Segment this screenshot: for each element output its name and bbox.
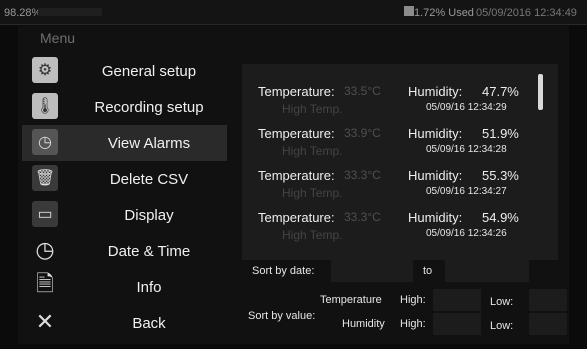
close-icon: ✕ — [35, 309, 55, 334]
status-bar: 98.28% Free 1.72% Used 05/09/2016 12:34:… — [0, 0, 587, 25]
monitor-icon: ▭ — [32, 201, 58, 227]
humidity-value: 47.7% — [482, 84, 519, 99]
alarm-type: High Temp. — [282, 228, 343, 242]
status-clock: 05/09/2016 12:34:49 — [476, 7, 577, 19]
alarm-timestamp: 05/09/16 12:34:28 — [426, 144, 507, 155]
humidity-high-field[interactable] — [433, 313, 481, 335]
alarm-type: High Temp. — [282, 186, 343, 200]
menu-item-label: Display — [124, 207, 174, 224]
storage-used-bar — [404, 6, 414, 16]
sort-by-date-label: Sort by date: — [252, 265, 315, 277]
temperature-label: Temperature: — [258, 126, 335, 141]
menu-item-date-time[interactable]: ◷ Date & Time — [22, 233, 227, 269]
clock-icon: ◷ — [35, 237, 55, 262]
temperature-label: Temperature: — [258, 168, 335, 183]
storage-free-bar — [38, 8, 102, 16]
humidity-label: Humidity: — [408, 168, 463, 183]
menu-item-recording-setup[interactable]: 🌡 Recording setup — [22, 89, 227, 125]
menu-item-label: General setup — [101, 63, 197, 80]
temperature-low-label: Low: — [490, 296, 514, 308]
clock-alarm-icon: ◷ — [32, 129, 58, 155]
menu-item-display[interactable]: ▭ Display — [22, 197, 227, 233]
scrollbar-thumb[interactable] — [538, 74, 543, 110]
temperature-label: Temperature: — [258, 210, 335, 225]
alarm-timestamp: 05/09/16 12:34:29 — [426, 102, 507, 113]
sort-by-value-label: Sort by value: — [248, 310, 316, 322]
temperature-high-field[interactable] — [433, 289, 481, 311]
temperature-value: 33.9°C — [344, 126, 381, 140]
humidity-value: 54.9% — [482, 210, 519, 225]
storage-used-text: 1.72% Used — [414, 7, 474, 19]
menu-item-label: Info — [136, 279, 162, 296]
alarm-type: High Temp. — [282, 144, 343, 158]
menu-item-back[interactable]: ✕ Back — [22, 305, 227, 341]
alarm-type: High Temp. — [282, 102, 343, 116]
list-item[interactable]: Temperature: 33.3°C Humidity: 54.9% High… — [258, 206, 548, 242]
menu-item-label: Recording setup — [94, 99, 204, 116]
menu-item-label: Delete CSV — [109, 171, 189, 188]
humidity-label: Humidity: — [408, 126, 463, 141]
date-to-label: to — [423, 265, 433, 277]
menu-item-label: Date & Time — [107, 243, 191, 260]
alarm-timestamp: 05/09/16 12:34:26 — [426, 228, 507, 239]
trash-icon: 🗑 — [32, 165, 58, 191]
menu-item-general-setup[interactable]: ⚙ General setup — [22, 53, 227, 89]
humidity-label: Humidity: — [408, 84, 463, 99]
menu-item-label: View Alarms — [107, 135, 191, 152]
document-icon: 🗎 — [36, 271, 54, 296]
menu-item-view-alarms[interactable]: ◷ View Alarms — [22, 125, 227, 161]
date-from-field[interactable] — [331, 260, 413, 282]
menu-item-label: Back — [132, 315, 166, 332]
list-item[interactable]: Temperature: 33.9°C Humidity: 51.9% High… — [258, 122, 548, 158]
menu-title: Menu — [40, 30, 76, 46]
side-menu: ⚙ General setup 🌡 Recording setup ◷ View… — [22, 53, 227, 341]
menu-item-delete-csv[interactable]: 🗑 Delete CSV — [22, 161, 227, 197]
list-item[interactable]: Temperature: 33.5°C Humidity: 47.7% High… — [258, 80, 548, 116]
gear-icon: ⚙ — [32, 57, 58, 83]
temperature-high-label: High: — [400, 294, 426, 306]
humidity-filter-label: Humidity — [342, 318, 385, 330]
alarm-list[interactable]: Temperature: 33.5°C Humidity: 47.7% High… — [242, 64, 558, 260]
temperature-label: Temperature: — [258, 84, 335, 99]
humidity-low-label: Low: — [490, 320, 514, 332]
date-to-field[interactable] — [445, 260, 529, 282]
humidity-value: 51.9% — [482, 126, 519, 141]
humidity-value: 55.3% — [482, 168, 519, 183]
temperature-value: 33.3°C — [344, 210, 381, 224]
temperature-low-field[interactable] — [529, 289, 567, 311]
humidity-low-field[interactable] — [529, 313, 567, 335]
temperature-filter-label: Temperature — [320, 294, 382, 306]
alarm-timestamp: 05/09/16 12:34:27 — [426, 186, 507, 197]
humidity-high-label: High: — [400, 318, 426, 330]
recording-icon: 🌡 — [32, 93, 58, 119]
list-item[interactable]: Temperature: 33.3°C Humidity: 55.3% High… — [258, 164, 548, 200]
humidity-label: Humidity: — [408, 210, 463, 225]
temperature-value: 33.5°C — [344, 84, 381, 98]
menu-item-info[interactable]: 🗎 Info — [22, 269, 227, 305]
temperature-value: 33.3°C — [344, 168, 381, 182]
